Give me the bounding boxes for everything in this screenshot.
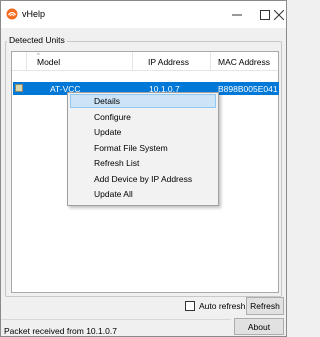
- menu-item-update-all[interactable]: Update All: [70, 187, 216, 201]
- menu-item-configure[interactable]: Configure: [70, 110, 216, 124]
- auto-refresh-toggle[interactable]: Auto refresh: [185, 300, 245, 312]
- menu-item-add-device-by-ip[interactable]: Add Device by IP Address: [70, 172, 216, 186]
- maximize-icon: [260, 9, 270, 20]
- status-divider: [1, 319, 231, 320]
- window-title: vHelp: [22, 9, 46, 19]
- close-button[interactable]: [272, 1, 286, 28]
- menu-item-format-file-system[interactable]: Format File System: [70, 141, 216, 155]
- list-header: ^ Model IP Address MAC Address: [12, 52, 278, 71]
- menu-item-refresh-list[interactable]: Refresh List: [70, 156, 216, 170]
- minimize-icon: [232, 14, 242, 15]
- minimize-button[interactable]: [223, 1, 251, 28]
- context-menu: Details Configure Update Format File Sys…: [67, 92, 219, 206]
- column-header-ip-address[interactable]: IP Address: [133, 52, 211, 71]
- column-header-mac-address[interactable]: MAC Address: [211, 52, 278, 71]
- device-icon: [15, 84, 23, 92]
- about-button[interactable]: About: [234, 318, 284, 335]
- refresh-button[interactable]: Refresh: [246, 297, 284, 315]
- status-bar: Packet received from 10.1.0.7: [4, 326, 117, 336]
- vhelp-window: vHelp Detected Units ^ Model IP Address …: [0, 0, 287, 337]
- auto-refresh-label: Auto refresh: [199, 301, 246, 311]
- title-bar[interactable]: vHelp: [1, 1, 286, 28]
- menu-item-details[interactable]: Details: [70, 94, 216, 108]
- cell-mac-address: B898B005E041: [218, 84, 278, 94]
- column-header-select[interactable]: [12, 52, 27, 71]
- close-icon: [274, 9, 284, 20]
- vhelp-logo-icon: [6, 8, 18, 20]
- menu-item-update[interactable]: Update: [70, 125, 216, 139]
- auto-refresh-checkbox[interactable]: [185, 301, 195, 311]
- column-header-model[interactable]: Model: [27, 52, 133, 71]
- detected-units-label: Detected Units: [7, 35, 67, 45]
